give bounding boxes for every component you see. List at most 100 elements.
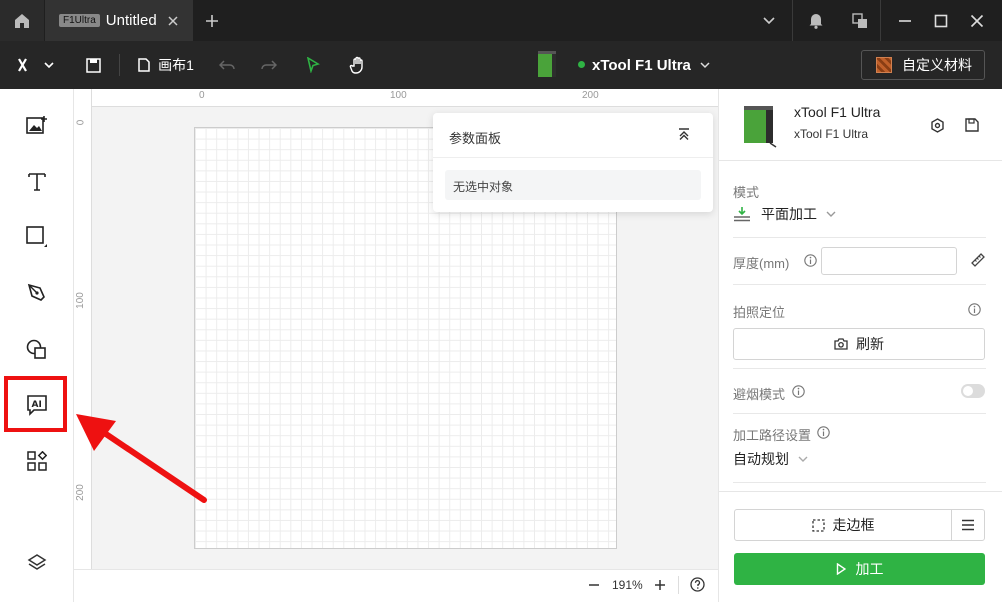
document-icon (138, 58, 150, 72)
ruler-icon (971, 253, 985, 267)
device-save-button[interactable] (965, 118, 979, 132)
shape-tool-button[interactable] (22, 222, 52, 252)
frame-icon (811, 518, 825, 532)
layers-button[interactable] (22, 548, 52, 578)
new-tab-button[interactable] (197, 7, 227, 35)
panel-divider (433, 157, 713, 158)
save-icon (965, 118, 979, 132)
hand-icon (349, 56, 363, 74)
smoke-mode-info-icon[interactable] (792, 385, 805, 398)
chevron-down-icon (826, 211, 836, 217)
collapse-panel-button[interactable] (677, 127, 691, 141)
right-device-model: xTool F1 Ultra (794, 127, 869, 141)
path-settings-info-icon[interactable] (817, 426, 830, 439)
gear-icon (931, 118, 944, 133)
menu-icon (962, 519, 974, 531)
mode-selector[interactable]: 平面加工 (733, 204, 837, 224)
zoom-level[interactable]: 191% (612, 578, 643, 592)
redo-button[interactable] (256, 41, 282, 89)
close-window-button[interactable] (962, 0, 992, 41)
elements-tool-button[interactable] (22, 334, 52, 364)
measure-thickness-button[interactable] (971, 253, 985, 267)
refresh-label: 刷新 (856, 336, 884, 352)
smoke-mode-toggle[interactable] (961, 384, 985, 398)
play-icon (836, 563, 846, 575)
refresh-button[interactable]: 刷新 (733, 328, 985, 360)
apps-icon (27, 451, 47, 471)
device-settings-button[interactable] (930, 118, 945, 133)
process-button[interactable]: 加工 (734, 553, 985, 585)
parameter-panel: 参数面板 无选中对象 (433, 113, 713, 212)
ruler-label: 0 (75, 119, 87, 126)
path-planning-selector[interactable]: 自动规划 (733, 449, 809, 469)
section-divider (733, 284, 986, 285)
minimize-icon (899, 19, 911, 22)
camera-icon (834, 338, 848, 350)
ruler-label: 100 (390, 90, 407, 101)
custom-material-label: 自定义材料 (902, 57, 972, 73)
undo-icon (219, 60, 235, 70)
mode-label: 模式 (733, 185, 760, 200)
select-tool-button[interactable] (300, 41, 326, 89)
plus-icon (206, 15, 218, 27)
window-manager-button[interactable] (846, 0, 874, 41)
frame-button[interactable]: 走边框 (734, 509, 952, 541)
save-button[interactable] (80, 41, 106, 89)
chevron-down-icon (763, 16, 775, 24)
pen-tool-button[interactable] (22, 278, 52, 308)
tab-list-dropdown[interactable] (754, 0, 784, 41)
photo-position-info-icon[interactable] (968, 303, 981, 316)
text-tool-button[interactable] (22, 166, 52, 196)
right-panel-divider (719, 160, 1002, 161)
process-label: 加工 (855, 561, 884, 577)
canvas-selector[interactable]: 画布1 (134, 41, 198, 89)
thickness-input[interactable] (821, 247, 957, 275)
undo-button[interactable] (214, 41, 240, 89)
collapse-up-icon (679, 128, 689, 140)
footer-divider (719, 491, 1002, 492)
help-button[interactable] (690, 577, 706, 593)
canvas-label: 画布1 (158, 57, 194, 73)
image-tool-button[interactable] (22, 110, 52, 140)
zoom-in-button[interactable] (652, 577, 668, 593)
titlebar-divider (792, 0, 793, 41)
device-status-dot (578, 61, 585, 68)
chevron-down-icon (44, 62, 54, 69)
chevron-down-icon (700, 62, 710, 69)
app-menu-button[interactable] (12, 41, 60, 89)
device-selector[interactable]: xTool F1 Ultra (592, 41, 712, 89)
xtool-logo-icon (18, 58, 27, 72)
maximize-button[interactable] (926, 0, 956, 41)
frame-label: 走边框 (832, 517, 875, 533)
bottom-divider (678, 576, 679, 594)
home-tab[interactable] (0, 0, 44, 41)
shapes-icon (26, 339, 46, 359)
close-tab-icon[interactable] (167, 15, 179, 27)
document-tab[interactable]: F1Ultra Untitled (45, 0, 193, 41)
ruler-label: 0 (199, 90, 205, 101)
text-icon (28, 173, 46, 191)
section-divider (733, 413, 986, 414)
smoke-mode-label: 避烟模式 (733, 387, 786, 402)
layers-icon (27, 554, 47, 570)
square-icon (26, 226, 47, 247)
material-swatch-icon (876, 57, 892, 73)
zoom-out-button[interactable] (586, 577, 602, 593)
device-thumbnail[interactable] (532, 41, 562, 89)
apps-tool-button[interactable] (22, 446, 52, 476)
pan-tool-button[interactable] (344, 41, 372, 89)
frame-options-button[interactable] (951, 509, 985, 541)
minimize-button[interactable] (890, 0, 920, 41)
notifications-button[interactable] (802, 0, 830, 41)
custom-material-button[interactable]: 自定义材料 (861, 50, 985, 80)
device-name: xTool F1 Ultra (592, 56, 691, 74)
thickness-info-icon[interactable] (804, 254, 817, 267)
save-icon (85, 57, 101, 73)
highlight-box (4, 376, 67, 432)
device-badge: F1Ultra (59, 14, 100, 27)
plus-icon (655, 580, 665, 590)
ruler-label: 100 (74, 292, 86, 309)
laser-device-icon (744, 106, 777, 148)
home-icon (15, 13, 29, 28)
top-ruler: 0 100 200 (74, 89, 718, 107)
